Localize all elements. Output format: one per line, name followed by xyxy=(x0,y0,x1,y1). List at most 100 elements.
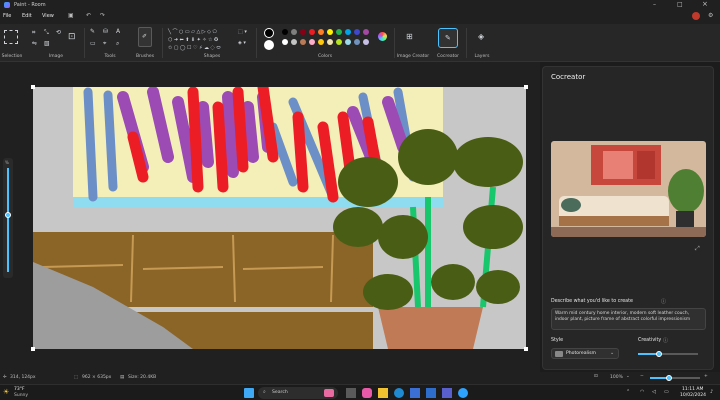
zoom-in-icon[interactable]: + xyxy=(704,374,708,379)
color-swatch[interactable] xyxy=(282,39,288,45)
shapes-gallery[interactable]: ╲⌒○▭▱△▷◇⬠ ⬡➜⬅⬆⬇✦✧☆✪ ✩▢◯☐♡⚡☁◌⬭ xyxy=(168,28,232,52)
rotate-icon[interactable]: ⟲ xyxy=(56,30,61,36)
slider-thumb[interactable] xyxy=(5,212,11,218)
resize-handle[interactable] xyxy=(524,347,528,351)
info-icon[interactable]: ⓘ xyxy=(661,298,666,305)
color-swatch[interactable] xyxy=(318,39,324,45)
task-view-icon[interactable] xyxy=(346,388,356,398)
edge-icon[interactable] xyxy=(394,388,404,398)
menu-edit[interactable]: Edit xyxy=(22,13,32,19)
zoom-dropdown-icon[interactable]: ⌄ xyxy=(626,374,630,379)
color-swatch[interactable] xyxy=(309,39,315,45)
color-swatch[interactable] xyxy=(291,39,297,45)
notification-bell-icon[interactable]: ♪ xyxy=(710,389,713,395)
ribbon-label-image-creator[interactable]: Image Creator xyxy=(396,54,430,59)
background-removal-icon[interactable]: ▧ xyxy=(44,41,50,47)
chevron-up-icon[interactable]: ⌃ xyxy=(626,389,630,395)
store-icon[interactable] xyxy=(410,388,420,398)
secondary-color-swatch[interactable] xyxy=(264,40,274,50)
creativity-slider-thumb[interactable] xyxy=(656,351,662,357)
user-avatar[interactable] xyxy=(692,12,700,20)
save-icon[interactable]: ▣ xyxy=(68,12,74,19)
color-swatch[interactable] xyxy=(282,29,288,35)
paint-taskbar-icon[interactable] xyxy=(458,388,468,398)
selection-icon[interactable] xyxy=(4,30,18,44)
outlook-icon[interactable] xyxy=(426,388,436,398)
crop-icon[interactable]: ⌗ xyxy=(32,30,35,36)
resize-icon[interactable]: ⤡ xyxy=(44,30,49,36)
color-swatch[interactable] xyxy=(309,29,315,35)
color-swatch[interactable] xyxy=(354,39,360,45)
fill-icon[interactable]: ◈ ▾ xyxy=(238,40,246,46)
undo-icon[interactable]: ↶ xyxy=(86,12,91,19)
maximize-icon[interactable]: □ xyxy=(677,1,683,8)
ribbon-label-shapes: Shapes xyxy=(190,54,234,59)
redo-icon[interactable]: ↷ xyxy=(100,12,105,19)
color-swatch[interactable] xyxy=(327,39,333,45)
settings-gear-icon[interactable]: ⚙ xyxy=(708,12,713,19)
style-dropdown[interactable]: Photorealism ⌄ xyxy=(551,348,619,359)
pencil-icon[interactable]: ✎ xyxy=(90,29,95,35)
creativity-slider[interactable] xyxy=(638,353,698,355)
ribbon-label-layers[interactable]: Layers xyxy=(470,54,494,59)
primary-color-swatch[interactable] xyxy=(264,28,274,38)
color-swatch[interactable] xyxy=(327,29,333,35)
weather-temp[interactable]: 73°F xyxy=(14,387,25,392)
layers-icon[interactable]: ◈ xyxy=(478,34,484,40)
zoom-slider-thumb[interactable] xyxy=(666,375,672,381)
generated-image-thumbnail[interactable] xyxy=(551,141,706,237)
color-swatch[interactable] xyxy=(291,29,297,35)
close-icon[interactable]: × xyxy=(702,0,708,8)
cocreator-button[interactable]: ✎ xyxy=(438,28,458,48)
info-icon[interactable]: ⓘ xyxy=(663,337,668,344)
outline-icon[interactable]: ⬚ ▾ xyxy=(238,29,247,35)
image-select-icon[interactable]: ⊡ xyxy=(68,34,76,40)
color-swatch[interactable] xyxy=(354,29,360,35)
drawing-canvas[interactable] xyxy=(33,87,526,349)
sun-icon: ☀ xyxy=(3,388,9,396)
brushes-button[interactable]: ✐ xyxy=(138,27,152,47)
color-swatch[interactable] xyxy=(363,29,369,35)
edit-colors-icon[interactable] xyxy=(378,32,387,41)
image-creator-icon[interactable]: ⊞ xyxy=(406,34,413,40)
clock-time[interactable]: 11:11 AM xyxy=(682,387,703,392)
zoom-out-icon[interactable]: − xyxy=(640,374,644,379)
taskbar-search[interactable]: ⌕ Search xyxy=(258,387,338,399)
color-swatch[interactable] xyxy=(300,39,306,45)
color-swatch[interactable] xyxy=(336,29,342,35)
color-swatch[interactable] xyxy=(300,29,306,35)
text-icon[interactable]: A xyxy=(116,29,120,35)
color-swatch[interactable] xyxy=(336,39,342,45)
eraser-icon[interactable]: ▭ xyxy=(90,41,96,47)
resize-handle[interactable] xyxy=(524,85,528,89)
wifi-icon[interactable]: ◠ xyxy=(640,389,644,395)
resize-handle[interactable] xyxy=(31,347,35,351)
color-picker-icon[interactable]: ⌖ xyxy=(103,41,106,47)
fill-bucket-icon[interactable]: ⛁ xyxy=(103,29,108,35)
vertical-zoom-slider[interactable]: % xyxy=(3,158,13,278)
clock-date[interactable]: 10/02/2024 xyxy=(680,393,706,398)
magnifier-icon[interactable]: ⌕ xyxy=(116,41,119,47)
menu-file[interactable]: File xyxy=(3,13,11,19)
teams-icon[interactable] xyxy=(442,388,452,398)
color-swatch[interactable] xyxy=(345,29,351,35)
zoom-slider[interactable] xyxy=(650,377,700,379)
file-explorer-icon[interactable] xyxy=(378,388,388,398)
windows-start-icon[interactable] xyxy=(244,388,254,398)
menu-view[interactable]: View xyxy=(42,13,54,19)
minimize-icon[interactable]: – xyxy=(653,1,656,8)
resize-handle[interactable] xyxy=(31,85,35,89)
zoom-level[interactable]: 100% xyxy=(610,375,623,380)
prompt-textarea[interactable]: Warm mid century home interior, modern s… xyxy=(551,308,706,330)
battery-icon[interactable]: ▭ xyxy=(664,389,669,395)
color-swatch[interactable] xyxy=(363,39,369,45)
color-swatch[interactable] xyxy=(345,39,351,45)
flip-icon[interactable]: ⇋ xyxy=(32,41,37,47)
copilot-app-icon[interactable] xyxy=(362,388,372,398)
color-swatch[interactable] xyxy=(318,29,324,35)
search-placeholder: Search xyxy=(272,390,288,395)
weather-desc[interactable]: Sunny xyxy=(14,393,28,398)
fit-to-window-icon[interactable]: ⊡ xyxy=(594,374,598,379)
expand-image-icon[interactable]: ⤢ xyxy=(695,245,700,253)
volume-icon[interactable]: ◁ xyxy=(652,389,656,395)
